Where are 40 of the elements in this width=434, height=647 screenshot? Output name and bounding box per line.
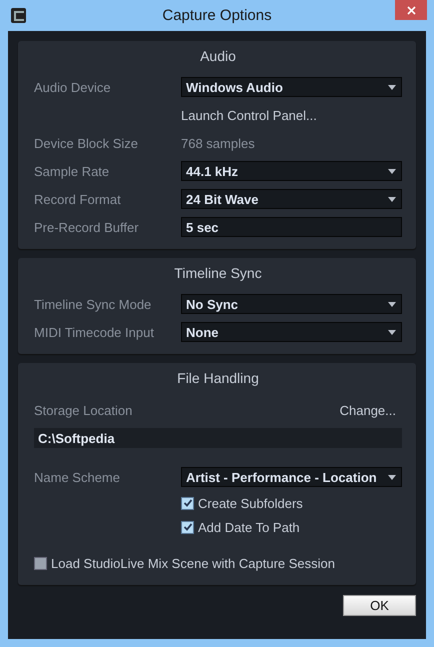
checkbox-label: Add Date To Path: [198, 520, 300, 534]
checkbox-label: Create Subfolders: [198, 496, 303, 510]
close-button[interactable]: [395, 0, 427, 20]
checkbox[interactable]: [34, 556, 47, 570]
checkbox[interactable]: [181, 520, 194, 534]
checkbox[interactable]: [181, 496, 194, 510]
window-title: Capture Options: [162, 7, 272, 24]
section-title: Timeline Sync: [173, 264, 263, 282]
field-label: Timeline Sync Mode: [34, 296, 152, 312]
section-title: Audio: [199, 47, 237, 65]
caret-icon: [388, 330, 396, 334]
ok-button[interactable]: OK: [343, 595, 416, 616]
launch-link[interactable]: Launch Control Panel...: [181, 108, 317, 122]
dropdown[interactable]: Artist - Performance - Location: [181, 467, 402, 487]
dropdown[interactable]: No Sync: [181, 294, 402, 314]
caret-icon: [388, 196, 396, 202]
change-link[interactable]: Change...: [340, 402, 396, 418]
caret-icon: [388, 168, 396, 174]
dropdown[interactable]: 24 Bit Wave: [181, 189, 402, 209]
section-title: File Handling: [176, 369, 260, 387]
field-label: Storage Location: [34, 402, 134, 418]
caret-icon: [388, 474, 396, 480]
field-label: Audio Device: [34, 80, 112, 94]
caret-icon: [388, 84, 396, 90]
input-field[interactable]: 5 sec: [181, 217, 402, 237]
caret-icon: [388, 302, 396, 306]
dropdown[interactable]: 44.1 kHz: [181, 161, 402, 181]
checkbox-label: Load StudioLive Mix Scene with Capture Session: [51, 556, 335, 570]
dropdown[interactable]: Windows Audio: [181, 77, 402, 97]
field-label: Pre-Record Buffer: [34, 220, 140, 234]
field-label: Name Scheme: [34, 470, 121, 484]
field-label: Sample Rate: [34, 164, 110, 178]
field-label: Device Block Size: [34, 136, 140, 150]
close-icon: [406, 6, 416, 14]
field-label: MIDI Timecode Input: [34, 324, 155, 340]
value-text: 768 samples: [181, 136, 255, 150]
field-label: Record Format: [34, 192, 122, 206]
path-field[interactable]: C:\Softpedia: [34, 428, 402, 448]
app-icon: [11, 8, 26, 23]
dropdown[interactable]: None: [181, 322, 402, 342]
